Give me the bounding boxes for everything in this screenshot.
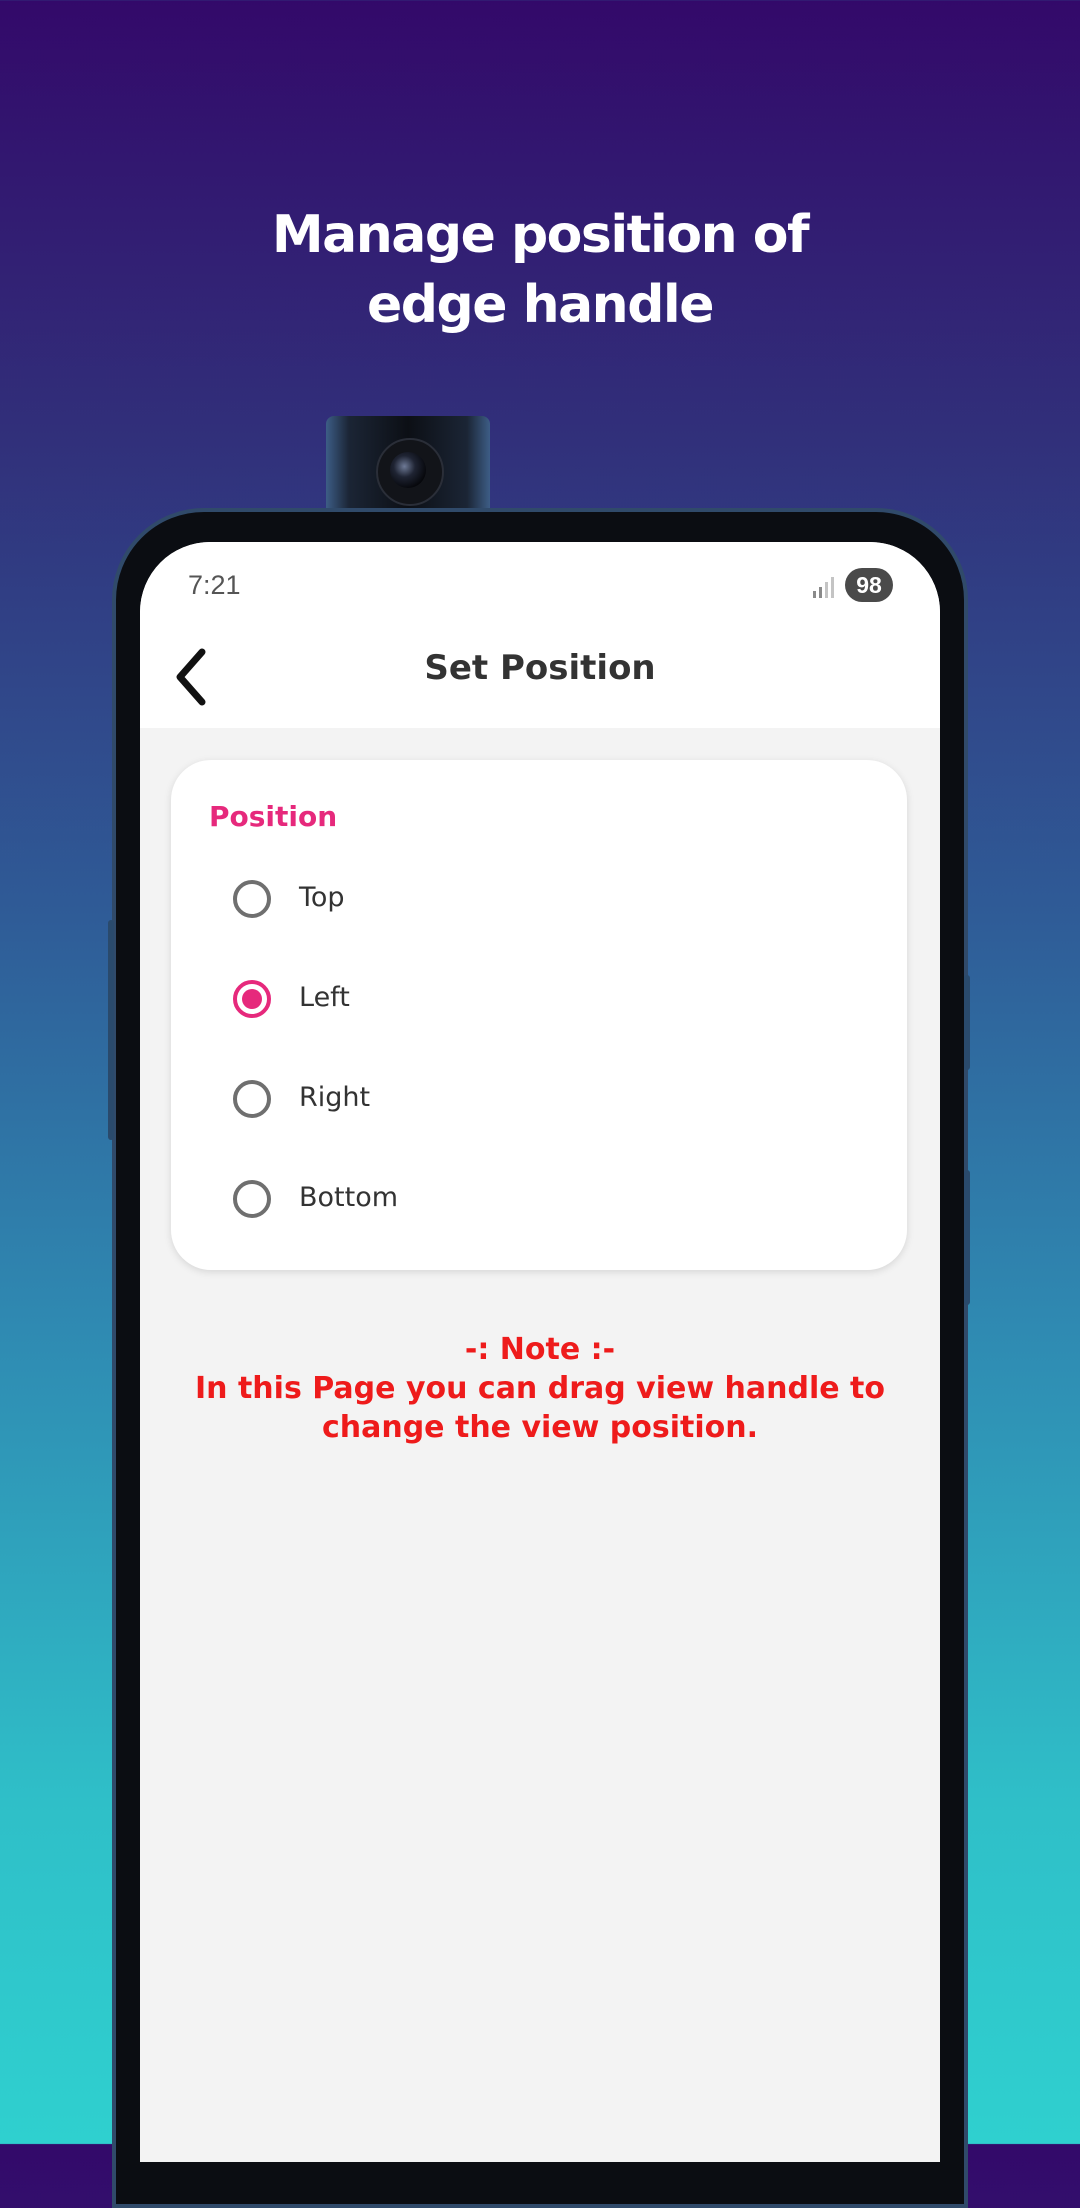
position-card-title: Position [209, 800, 338, 833]
note-line-1: In this Page you can drag view handle to [195, 1371, 885, 1406]
radio-option-label: Left [299, 982, 350, 1013]
camera-lens [390, 452, 426, 488]
radio-button[interactable] [233, 1080, 271, 1118]
radio-option-label: Top [299, 882, 345, 913]
status-time: 7:21 [188, 570, 241, 600]
promo-headline-line1: Manage position of [271, 205, 810, 265]
radio-option-top[interactable]: Top [233, 866, 833, 936]
phone-side-button-right-top [964, 975, 970, 1070]
app-screen: 7:21 98 Set Position Position Top Left R… [140, 542, 940, 2162]
note-text: -: Note :- In this Page you can drag vie… [160, 1330, 920, 1447]
signal-icon [813, 577, 834, 598]
radio-button[interactable] [233, 1180, 271, 1218]
radio-option-bottom[interactable]: Bottom [233, 1166, 833, 1236]
app-header: 7:21 98 Set Position [140, 542, 940, 728]
radio-option-label: Bottom [299, 1182, 399, 1213]
camera-lens-ring [376, 438, 444, 506]
note-line-2: change the view position. [321, 1410, 759, 1445]
radio-button[interactable] [233, 880, 271, 918]
promo-headline-line2: edge handle [366, 275, 715, 335]
radio-button-selected[interactable] [233, 980, 271, 1018]
promo-headline: Manage position of edge handle [0, 200, 1080, 340]
radio-option-right[interactable]: Right [233, 1066, 833, 1136]
phone-side-button-right-bottom [964, 1170, 970, 1305]
phone-side-button-left [108, 920, 114, 1140]
position-card: Position Top Left Right Bottom [171, 760, 907, 1270]
radio-option-left[interactable]: Left [233, 966, 833, 1036]
radio-option-label: Right [299, 1082, 371, 1113]
note-heading: -: Note :- [464, 1332, 616, 1367]
battery-level-badge: 98 [845, 568, 893, 602]
page-title: Set Position [424, 648, 656, 688]
